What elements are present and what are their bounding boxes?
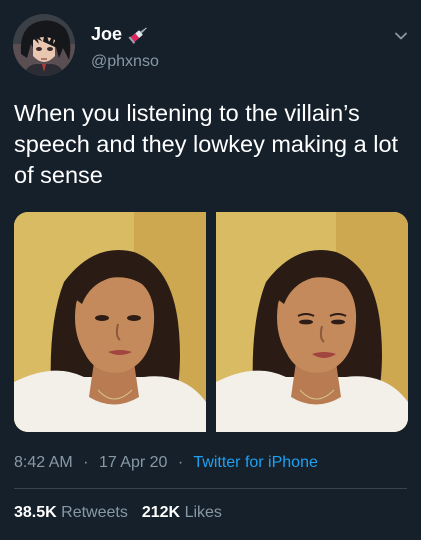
- syringe-emoji-icon: [128, 26, 148, 44]
- likes-stat[interactable]: 212K Likes: [142, 504, 222, 521]
- tweet-source-link[interactable]: Twitter for iPhone: [193, 454, 318, 471]
- tweet-text: When you listening to the villain’s spee…: [14, 100, 399, 188]
- retweets-label: Retweets: [61, 504, 128, 521]
- retweets-count: 38.5K: [14, 504, 57, 521]
- likes-count: 212K: [141, 504, 181, 521]
- meta-separator: ·: [83, 454, 89, 471]
- media-image-2[interactable]: [216, 212, 408, 432]
- tweet-stats: 38.5K Retweets 212K Likes: [14, 504, 222, 522]
- tweet-meta: 8:42 AM · 17 Apr 20 · Twitter for iPhone: [14, 454, 318, 472]
- chevron-down-icon[interactable]: [393, 28, 409, 44]
- retweets-stat[interactable]: 38.5K Retweets: [14, 504, 128, 521]
- tweet-card: Joe @phxnso When you listening to the vi…: [0, 0, 421, 540]
- avatar-image: [13, 14, 75, 76]
- divider: [14, 488, 407, 489]
- user-handle[interactable]: @phxnso: [91, 53, 159, 71]
- meta-separator: ·: [177, 454, 184, 471]
- avatar[interactable]: [13, 14, 75, 76]
- likes-label: Likes: [184, 504, 222, 521]
- display-name[interactable]: Joe: [91, 24, 122, 45]
- tweet-time[interactable]: 8:42 AM: [14, 454, 73, 471]
- tweet-date[interactable]: 17 Apr 20: [99, 454, 168, 471]
- display-name-row[interactable]: Joe: [91, 24, 148, 45]
- media-image-1[interactable]: [14, 212, 206, 432]
